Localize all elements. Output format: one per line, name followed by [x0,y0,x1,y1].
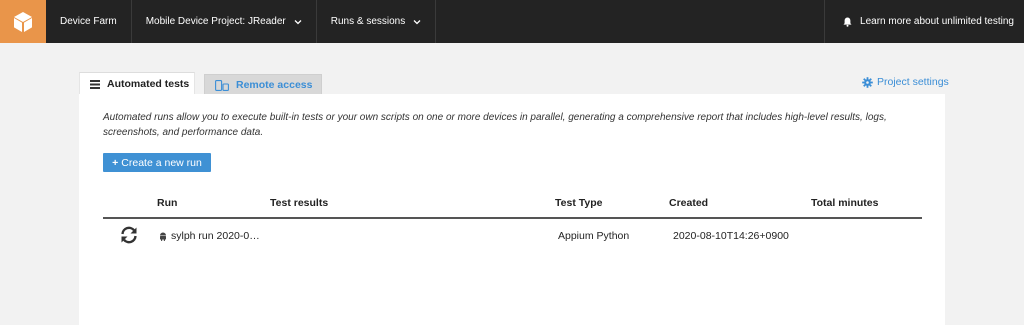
nav-project-label: Mobile Device Project: JReader [145,16,286,27]
run-created: 2020-08-10T14:26+0900 [673,230,789,242]
android-icon [159,232,167,241]
column-header-test-results[interactable]: Test results [270,197,328,209]
learn-more-link[interactable]: Learn more about unlimited testing [824,0,1024,43]
run-test-type: Appium Python [558,230,630,242]
project-settings-label: Project settings [877,76,949,88]
tab-automated-tests[interactable]: Automated tests [79,72,195,95]
tab-remote-access[interactable]: Remote access [204,74,322,95]
create-new-run-button[interactable]: + Create a new run [103,153,211,172]
column-header-test-type[interactable]: Test Type [555,197,602,209]
tab-automated-tests-label: Automated tests [107,78,190,90]
devices-icon [215,79,229,91]
chevron-down-icon [413,19,421,25]
gear-icon [862,76,873,88]
tab-remote-access-label: Remote access [236,79,313,91]
create-new-run-label: Create a new run [121,156,202,169]
refresh-icon [119,225,139,245]
nav-project-dropdown[interactable]: Mobile Device Project: JReader [132,0,317,43]
run-name: sylph run 2020-0… [171,230,260,242]
run-name-link[interactable]: sylph run 2020-0… [159,230,260,242]
device-farm-logo[interactable] [0,0,46,43]
learn-more-label: Learn more about unlimited testing [860,16,1014,27]
nav-device-farm[interactable]: Device Farm [46,0,132,43]
column-header-created[interactable]: Created [669,197,708,209]
automated-tests-panel: Automated runs allow you to execute buil… [79,94,945,325]
project-settings-link[interactable]: Project settings [862,76,949,88]
cube-icon [14,11,32,32]
nav-runs-sessions-dropdown[interactable]: Runs & sessions [317,0,437,43]
plus-icon: + [112,156,119,169]
table-header-divider [103,217,922,219]
bell-icon [843,17,852,27]
automated-runs-description: Automated runs allow you to execute buil… [103,112,887,138]
list-icon [90,79,100,89]
column-header-run[interactable]: Run [157,197,177,209]
nav-device-farm-label: Device Farm [60,16,117,27]
column-header-total-minutes[interactable]: Total minutes [811,197,878,209]
nav-runs-sessions-label: Runs & sessions [330,16,406,27]
top-navigation-bar: Device Farm Mobile Device Project: JRead… [0,0,1024,43]
chevron-down-icon [294,19,302,25]
